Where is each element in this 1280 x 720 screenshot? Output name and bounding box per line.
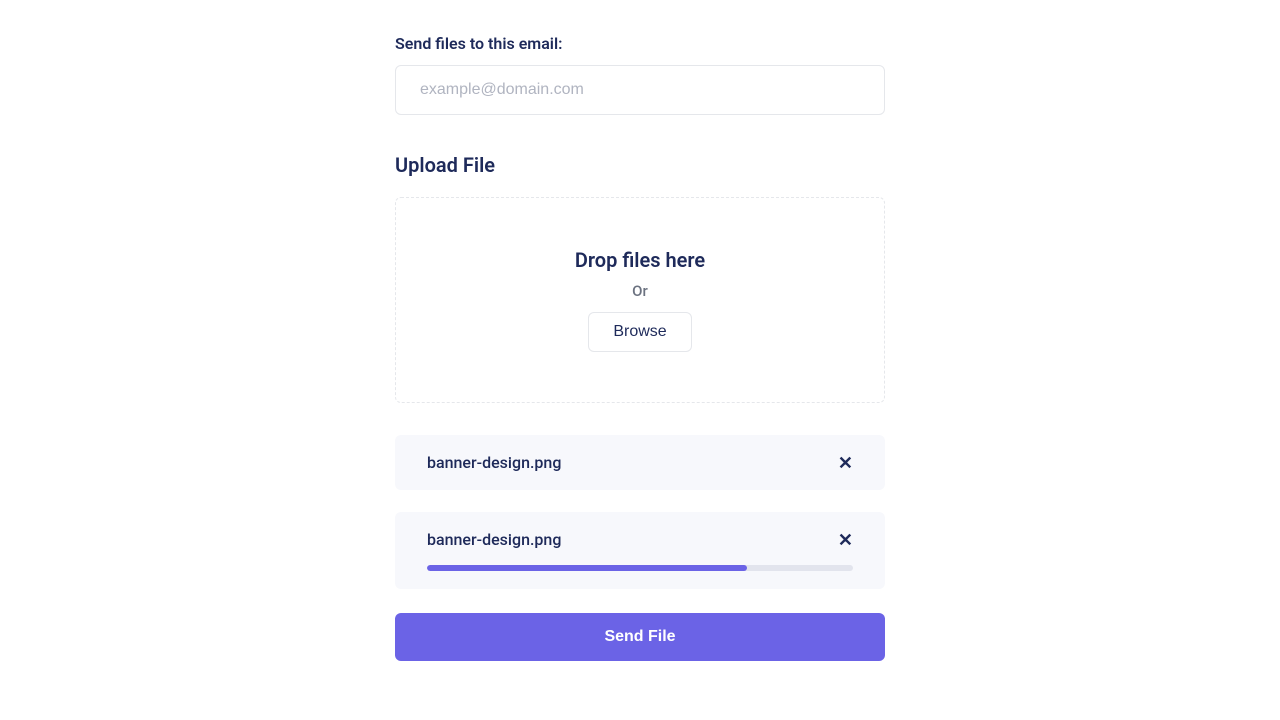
send-button[interactable]: Send File: [395, 613, 885, 661]
file-dropzone[interactable]: Drop files here Or Browse: [395, 197, 885, 403]
file-item: banner-design.png ✕: [395, 435, 885, 490]
email-field[interactable]: [395, 65, 885, 115]
upload-progress-fill: [427, 565, 747, 571]
close-icon[interactable]: ✕: [838, 531, 853, 549]
close-icon[interactable]: ✕: [838, 454, 853, 472]
upload-section-title: Upload File: [395, 153, 885, 177]
file-name: banner-design.png: [427, 453, 561, 472]
dropzone-or-text: Or: [632, 282, 648, 300]
file-item: banner-design.png ✕: [395, 512, 885, 589]
upload-progress: [427, 565, 853, 571]
email-label: Send files to this email:: [395, 34, 885, 53]
browse-button[interactable]: Browse: [588, 312, 691, 352]
file-name: banner-design.png: [427, 530, 561, 549]
upload-form: Send files to this email: Upload File Dr…: [395, 0, 885, 661]
dropzone-title: Drop files here: [575, 248, 705, 272]
